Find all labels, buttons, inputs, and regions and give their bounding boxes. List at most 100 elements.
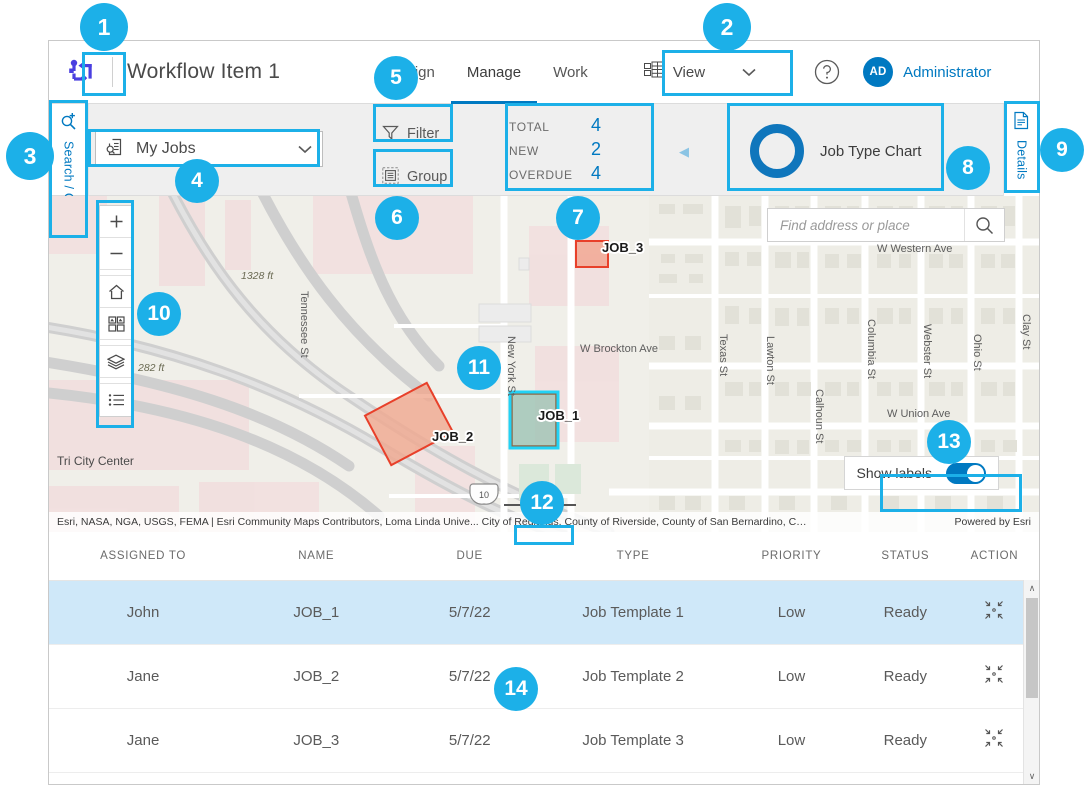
callout-7: 7	[556, 196, 600, 240]
stat-overdue-label: OVERDUE	[509, 168, 591, 182]
callout-4: 4	[175, 159, 219, 203]
elevation-label-1328ft: 1328 ft	[241, 270, 273, 282]
view-grid-icon	[644, 61, 664, 83]
callout-8: 8	[946, 146, 990, 190]
stat-new-value: 2	[591, 139, 601, 160]
callout-6: 6	[375, 196, 419, 240]
tab-manage[interactable]: Manage	[451, 41, 537, 104]
column-assigned-to[interactable]: ASSIGNED TO	[49, 532, 237, 580]
column-action[interactable]: ACTION	[950, 532, 1039, 580]
elevation-label-282ft: 282 ft	[138, 362, 164, 374]
zoom-in-icon[interactable]	[100, 206, 132, 238]
avatar[interactable]: AD	[863, 57, 893, 87]
zoom-to-feature-icon[interactable]	[984, 664, 1004, 684]
street-label-w-brockton-ave: W Brockton Ave	[580, 343, 658, 355]
scrollbar-thumb[interactable]	[1026, 598, 1038, 698]
cell-type: Job Template 2	[544, 644, 722, 708]
map-label-job-1: JOB_1	[538, 408, 579, 423]
map-zoom-controls[interactable]	[99, 205, 133, 417]
workflow-logo-icon[interactable]	[64, 53, 102, 91]
zoom-out-icon[interactable]	[100, 238, 132, 270]
callout-10: 10	[137, 292, 181, 336]
filter-button[interactable]: Filter	[376, 117, 460, 151]
group-button[interactable]: Group	[376, 160, 460, 194]
street-label-texas-st: Texas St	[717, 334, 729, 376]
magnifier-icon[interactable]	[964, 209, 1004, 241]
street-label-w-western-ave: W Western Ave	[877, 243, 952, 255]
sidebar-item-search-create[interactable]: Search / Create	[49, 104, 89, 195]
jobs-select-value: My Jobs	[136, 140, 298, 158]
show-labels-toggle[interactable]	[946, 463, 986, 484]
header-divider	[112, 57, 113, 87]
cell-assigned-to: Jane	[49, 708, 237, 772]
street-label-lawton-st: Lawton St	[764, 336, 776, 385]
callout-11: 11	[457, 346, 501, 390]
user-name[interactable]: Administrator	[903, 64, 991, 81]
zoom-to-feature-icon[interactable]	[984, 600, 1004, 620]
job-type-chart-title: Job Type Chart	[820, 143, 921, 160]
layers-icon[interactable]	[100, 346, 132, 378]
attribution-text: Esri, NASA, NGA, USGS, FEMA | Esri Commu…	[57, 516, 807, 528]
zoom-to-feature-icon[interactable]	[984, 728, 1004, 748]
jobs-table: ASSIGNED TO NAME DUE TYPE PRIORITY STATU…	[49, 532, 1039, 784]
stat-overdue: OVERDUE 4	[509, 163, 649, 187]
cell-priority: Low	[722, 708, 861, 772]
powered-by-esri: Powered by Esri	[955, 516, 1031, 528]
stats-panel: TOTAL 4 NEW 2 OVERDUE 4	[509, 114, 649, 188]
group-list-icon	[382, 167, 399, 188]
table-row[interactable]: John JOB_1 5/7/22 Job Template 1 Low Rea…	[49, 580, 1039, 644]
callout-2: 2	[703, 3, 751, 51]
job-search-icon	[106, 137, 126, 162]
column-priority[interactable]: PRIORITY	[722, 532, 861, 580]
home-icon[interactable]	[100, 276, 132, 308]
sidebar-item-details[interactable]: Details	[1003, 104, 1039, 196]
column-type[interactable]: TYPE	[544, 532, 722, 580]
sidebar-item-details-label: Details	[1015, 140, 1029, 180]
app-window: Workflow Item 1 Design Manage Work	[48, 40, 1040, 785]
map-search[interactable]	[767, 208, 1005, 242]
app-header: Workflow Item 1 Design Manage Work	[49, 41, 1039, 104]
column-due[interactable]: DUE	[395, 532, 544, 580]
show-labels-label: Show labels	[857, 465, 933, 481]
view-button[interactable]: View	[634, 55, 766, 89]
scroll-up-icon[interactable]: ∧	[1024, 580, 1040, 596]
table-scrollbar[interactable]: ∧ ∨	[1023, 580, 1039, 784]
map-label-job-2: JOB_2	[432, 429, 473, 444]
callout-3: 3	[6, 132, 54, 180]
filter-button-label: Filter	[407, 126, 439, 142]
cell-status: Ready	[861, 644, 950, 708]
street-label-w-union-ave: W Union Ave	[887, 408, 950, 420]
job-type-chart-card[interactable]: Job Type Chart	[728, 114, 938, 188]
cell-assigned-to: Jane	[49, 644, 237, 708]
place-label-tri-city-center: Tri City Center	[57, 454, 134, 468]
show-labels-control[interactable]: Show labels	[844, 456, 1000, 490]
stat-new-label: NEW	[509, 144, 591, 158]
collapse-arrow-icon[interactable]: ◀	[679, 144, 689, 160]
callout-13: 13	[927, 420, 971, 464]
highway-shield-icon: 10	[470, 484, 498, 504]
stat-total-label: TOTAL	[509, 120, 591, 134]
help-circle-icon[interactable]	[813, 58, 841, 86]
callout-12: 12	[520, 481, 564, 525]
legend-icon[interactable]	[100, 384, 132, 416]
column-name[interactable]: NAME	[237, 532, 395, 580]
stat-overdue-value: 4	[591, 163, 601, 184]
tab-work[interactable]: Work	[537, 41, 604, 104]
search-input[interactable]	[768, 209, 964, 241]
street-label-clay-st: Clay St	[1020, 314, 1032, 349]
details-document-icon	[1013, 111, 1030, 135]
header-divider-2	[790, 57, 791, 87]
column-status[interactable]: STATUS	[861, 532, 950, 580]
chevron-down-icon[interactable]	[298, 141, 312, 157]
callout-9: 9	[1040, 128, 1084, 172]
search-plus-icon	[60, 112, 78, 135]
scroll-down-icon[interactable]: ∨	[1024, 768, 1040, 784]
chevron-down-icon[interactable]	[742, 65, 756, 80]
filter-funnel-icon	[382, 124, 399, 145]
street-label-webster-st: Webster St	[921, 324, 933, 378]
table-row[interactable]: Jane JOB_3 5/7/22 Job Template 3 Low Rea…	[49, 708, 1039, 772]
basemap-gallery-icon[interactable]	[100, 308, 132, 340]
street-label-tennessee-st: Tennessee St	[298, 291, 310, 358]
map-label-job-3: JOB_3	[602, 240, 643, 255]
table-row[interactable]: Jane JOB_2 5/7/22 Job Template 2 Low Rea…	[49, 644, 1039, 708]
